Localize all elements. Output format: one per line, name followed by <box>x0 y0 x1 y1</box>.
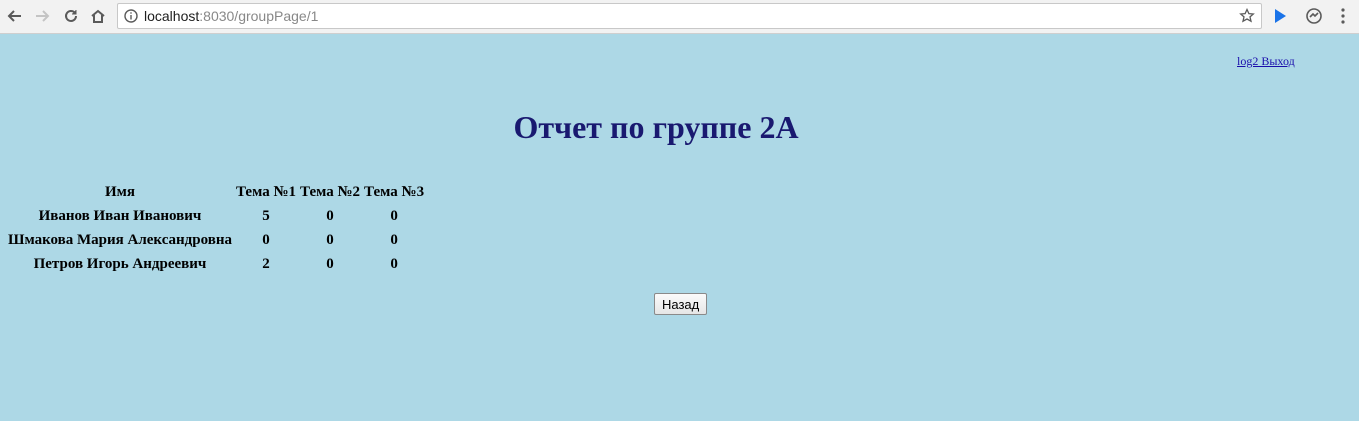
student-name: Шмакова Мария Александровна <box>8 231 232 248</box>
column-header-topic-2: Тема №2 <box>300 183 361 200</box>
more-menu-icon[interactable] <box>1338 7 1348 25</box>
bookmark-star-icon[interactable] <box>1239 8 1255 24</box>
url-host: localhost <box>144 8 200 24</box>
info-icon[interactable] <box>124 9 138 23</box>
topic-score: 0 <box>390 207 398 224</box>
address-bar[interactable]: localhost:8030/groupPage/1 <box>117 3 1262 29</box>
table-row: Иванов Иван Иванович 5 0 0 <box>7 205 425 227</box>
url-text[interactable]: localhost:8030/groupPage/1 <box>144 8 318 24</box>
topic-score: 0 <box>326 231 334 248</box>
table-row: Шмакова Мария Александровна 0 0 0 <box>7 229 425 251</box>
topic-score: 0 <box>390 255 398 272</box>
browser-toolbar: localhost:8030/groupPage/1 <box>0 0 1359 34</box>
table-header-row: Имя Тема №1 Тема №2 Тема №3 <box>7 181 425 203</box>
column-header-topic-1: Тема №1 <box>235 183 297 200</box>
topic-score: 0 <box>326 255 334 272</box>
forward-arrow-icon[interactable] <box>31 5 53 27</box>
topic-score: 0 <box>262 231 270 248</box>
reload-icon[interactable] <box>60 5 82 27</box>
topic-score: 0 <box>326 207 334 224</box>
column-header-name: Имя <box>104 183 135 200</box>
back-arrow-icon[interactable] <box>4 5 26 27</box>
group-report-table: Имя Тема №1 Тема №2 Тема №3 Иванов Иван … <box>5 179 427 277</box>
table-row: Петров Игорь Андреевич 2 0 0 <box>7 253 425 275</box>
topic-score: 5 <box>262 207 270 224</box>
logout-link[interactable]: log2 Выход <box>1237 54 1295 69</box>
play-extension-icon[interactable] <box>1271 7 1289 25</box>
column-header-topic-3: Тема №3 <box>364 183 425 200</box>
topic-score: 0 <box>390 231 398 248</box>
student-name: Петров Игорь Андреевич <box>33 255 207 272</box>
page-title: Отчет по группе 2А <box>513 109 799 145</box>
url-path: :8030/groupPage/1 <box>199 8 319 24</box>
student-name: Иванов Иван Иванович <box>38 207 202 224</box>
sync-extension-icon[interactable] <box>1305 7 1323 25</box>
back-button[interactable]: Назад <box>654 293 708 315</box>
topic-score: 2 <box>262 255 270 272</box>
home-icon[interactable] <box>87 5 109 27</box>
